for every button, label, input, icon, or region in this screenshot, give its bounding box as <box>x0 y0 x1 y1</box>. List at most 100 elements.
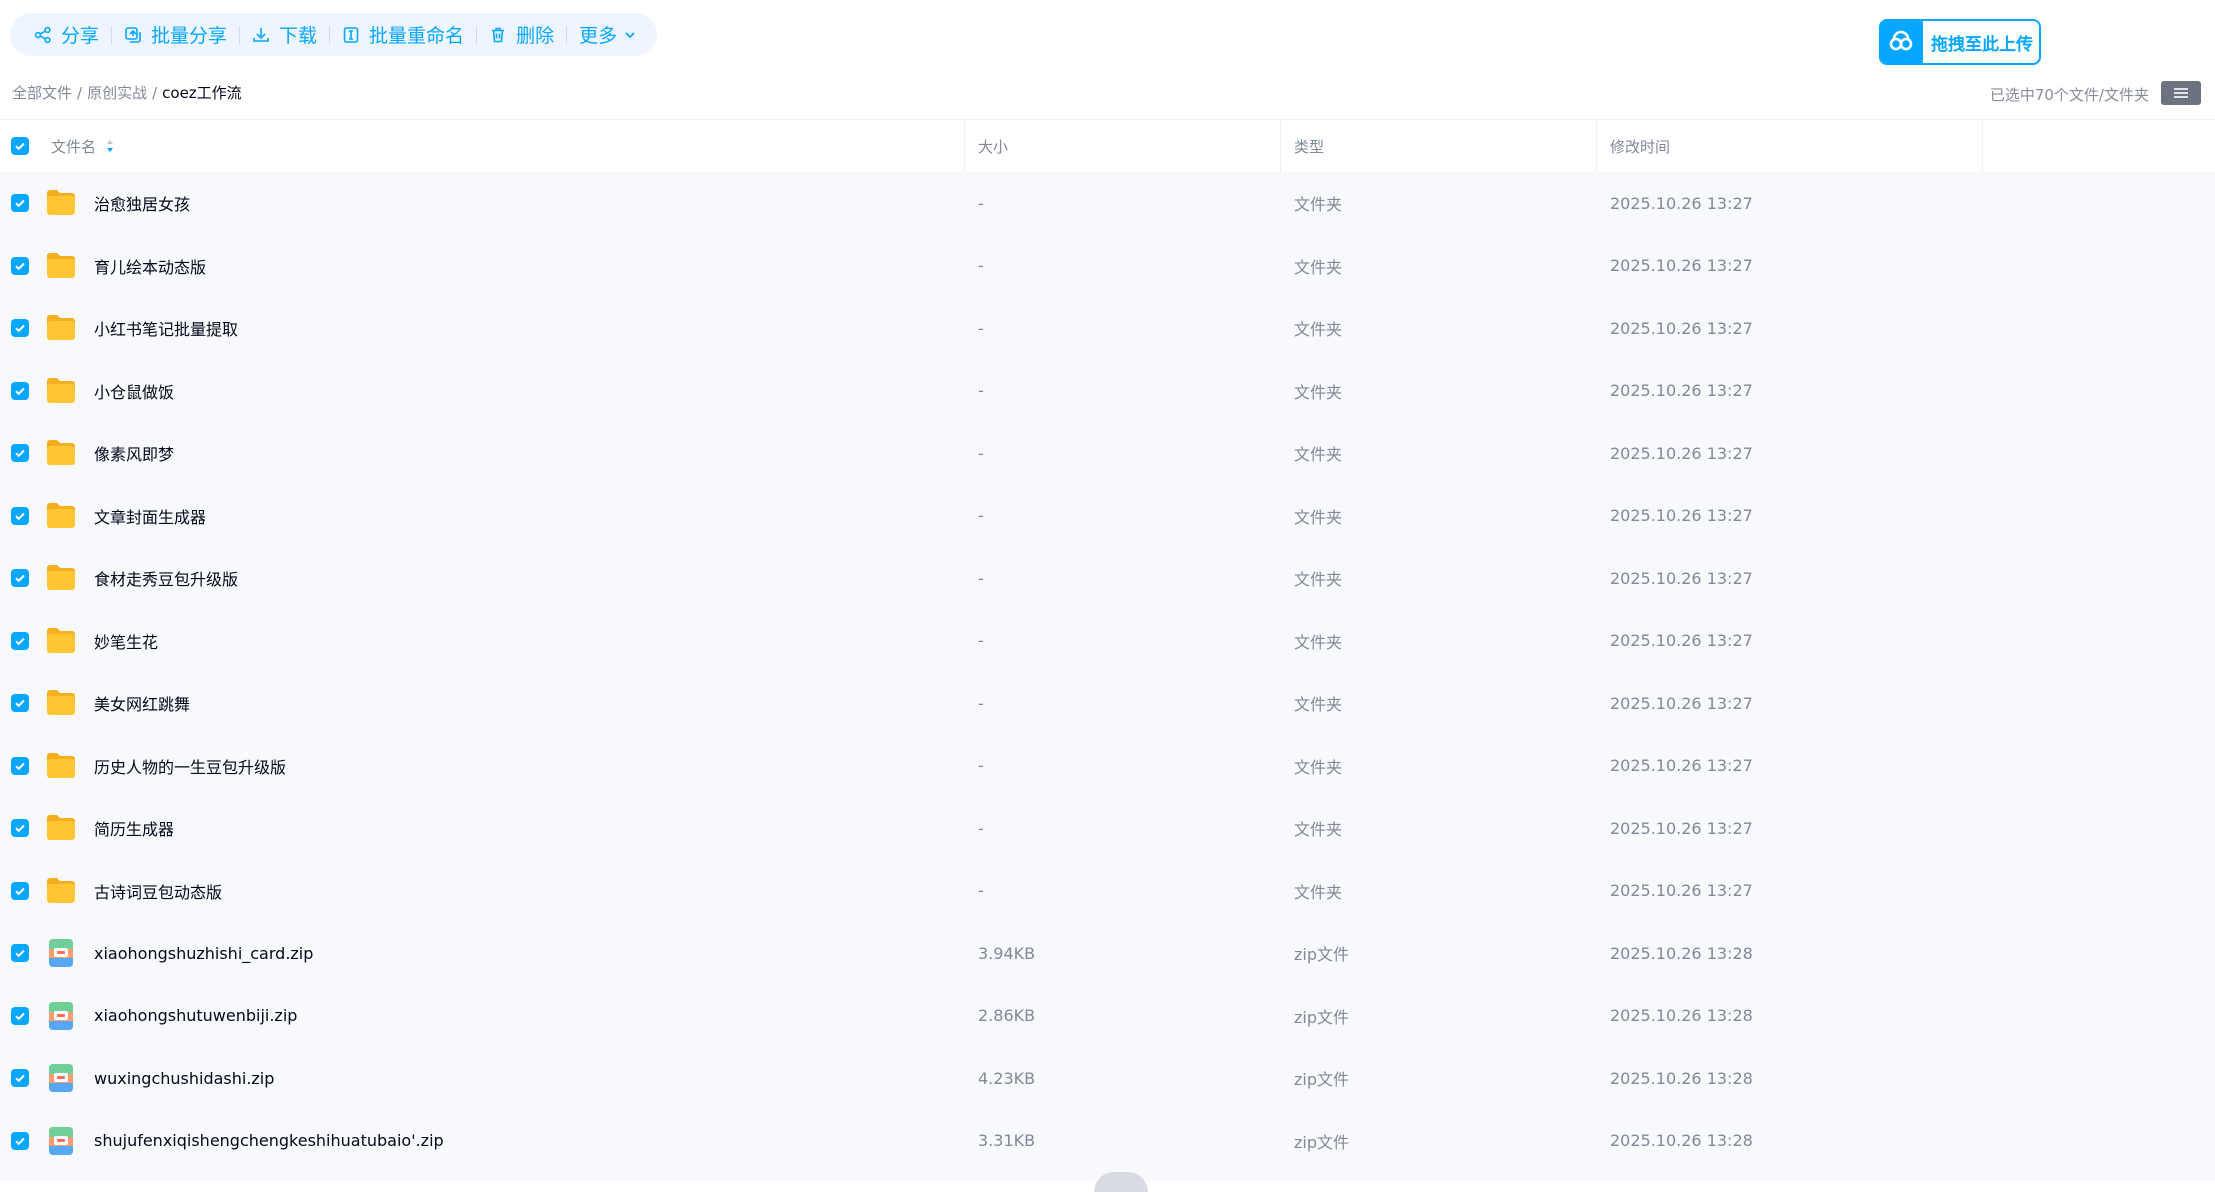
check-icon <box>15 449 25 458</box>
row-checkbox[interactable] <box>11 319 29 337</box>
row-checkbox[interactable] <box>11 694 29 712</box>
row-checkbox[interactable] <box>11 506 29 525</box>
sort-icon[interactable] <box>106 139 114 153</box>
file-name[interactable]: 小红书笔记批量提取 <box>94 297 238 359</box>
file-name[interactable]: 食材走秀豆包升级版 <box>94 547 238 609</box>
table-row[interactable]: 妙笔生花 - 文件夹 2025.10.26 13:27 <box>0 610 2215 672</box>
check-icon <box>15 762 25 770</box>
file-type: 文件夹 <box>1294 382 1343 402</box>
more-button[interactable]: 更多 <box>567 13 649 56</box>
file-size: - <box>978 256 984 275</box>
drag-upload-button[interactable]: 拖拽至此上传 <box>1879 19 2041 65</box>
breadcrumb-item-all-files[interactable]: 全部文件 <box>12 82 72 103</box>
check-icon <box>15 1012 25 1020</box>
list-view-icon <box>2174 88 2188 98</box>
column-name-label: 文件名 <box>51 137 97 156</box>
file-size: - <box>978 193 984 213</box>
file-list: 治愈独居女孩 - 文件夹 2025.10.26 13:27 育儿绘本动态版 - 文件夹 202… <box>0 172 2215 1181</box>
file-name[interactable]: 妙笔生花 <box>94 610 158 672</box>
file-name[interactable]: 文章封面生成器 <box>94 485 206 547</box>
row-checkbox[interactable] <box>11 569 29 587</box>
file-name[interactable]: xiaohongshuzhishi_card.zip <box>94 922 313 984</box>
row-checkbox[interactable] <box>11 381 29 400</box>
table-row[interactable]: 小红书笔记批量提取 - 文件夹 2025.10.26 13:27 <box>0 297 2215 359</box>
file-size: 3.31KB <box>978 1131 1036 1150</box>
file-name[interactable]: shujufenxiqishengchengkeshihuatubaio'.zi… <box>94 1110 444 1172</box>
table-row[interactable]: 文章封面生成器 - 文件夹 2025.10.26 13:27 <box>0 485 2215 547</box>
table-row[interactable]: 像素风即梦 - 文件夹 2025.10.26 13:27 <box>0 422 2215 484</box>
table-row[interactable]: xiaohongshuzhishi_card.zip 3.94KB zip文件 202… <box>0 922 2215 984</box>
file-name[interactable]: 像素风即梦 <box>94 422 174 484</box>
download-icon <box>253 27 269 42</box>
view-toggle-button[interactable] <box>2161 81 2201 105</box>
file-name[interactable]: 美女网红跳舞 <box>94 672 190 734</box>
batch-share-button[interactable]: 批量分享 <box>112 13 239 56</box>
file-type: 文件夹 <box>1294 257 1343 277</box>
table-row[interactable]: 小仓鼠做饭 - 文件夹 2025.10.26 13:27 <box>0 360 2215 422</box>
table-row[interactable]: 育儿绘本动态版 - 文件夹 2025.10.26 13:27 <box>0 235 2215 297</box>
table-row[interactable]: xiaohongshutuwenbiji.zip 2.86KB zip文件 2025.… <box>0 985 2215 1047</box>
folder-icon <box>45 186 77 220</box>
scroll-to-top-handle[interactable] <box>1094 1172 1148 1192</box>
download-button[interactable]: 下载 <box>240 13 329 56</box>
column-header-name[interactable]: 文件名 <box>51 120 114 172</box>
batch-rename-button[interactable]: 批量重命名 <box>330 13 476 56</box>
folder-icon <box>45 624 77 658</box>
check-icon <box>15 637 25 645</box>
column-divider <box>1280 120 1281 172</box>
row-checkbox[interactable] <box>11 1069 29 1087</box>
table-row[interactable]: 治愈独居女孩 - 文件夹 2025.10.26 13:27 <box>0 172 2215 234</box>
row-checkbox[interactable] <box>11 881 29 900</box>
batch-share-icon <box>125 26 141 43</box>
file-name[interactable]: 简历生成器 <box>94 797 174 859</box>
column-header-size[interactable]: 大小 <box>978 120 1008 172</box>
row-checkbox[interactable] <box>11 1006 29 1025</box>
file-modified-time: 2025.10.26 13:27 <box>1610 693 1753 713</box>
table-row[interactable]: 食材走秀豆包升级版 - 文件夹 2025.10.26 13:27 <box>0 547 2215 609</box>
breadcrumb-item-original[interactable]: 原创实战 <box>87 82 147 103</box>
breadcrumb-item-current: coez工作流 <box>162 84 242 102</box>
file-name[interactable]: 治愈独居女孩 <box>94 172 190 234</box>
file-name[interactable]: 育儿绘本动态版 <box>94 235 206 297</box>
table-row[interactable]: wuxingchushidashi.zip 4.23KB zip文件 2025.10.… <box>0 1047 2215 1109</box>
file-name[interactable]: 古诗词豆包动态版 <box>94 860 222 922</box>
check-icon <box>15 949 25 958</box>
table-row[interactable]: 美女网红跳舞 - 文件夹 2025.10.26 13:27 <box>0 672 2215 734</box>
table-row[interactable]: 古诗词豆包动态版 - 文件夹 2025.10.26 13:27 <box>0 860 2215 922</box>
row-checkbox[interactable] <box>11 1131 29 1150</box>
file-modified-time: 2025.10.26 13:27 <box>1610 318 1753 338</box>
row-checkbox[interactable] <box>11 819 29 837</box>
file-type: 文件夹 <box>1294 757 1343 777</box>
share-button[interactable]: 分享 <box>22 13 111 56</box>
file-size: 2.86KB <box>978 1006 1036 1025</box>
row-checkbox[interactable] <box>11 256 29 275</box>
select-all-checkbox[interactable] <box>11 137 29 155</box>
column-size-label: 大小 <box>978 137 1009 156</box>
file-modified-time: 2025.10.26 13:27 <box>1610 756 1753 775</box>
row-checkbox[interactable] <box>11 631 29 650</box>
breadcrumb: 全部文件 / 原创实战 / coez工作流 <box>12 82 242 103</box>
file-modified-time: 2025.10.26 13:28 <box>1610 1006 1753 1025</box>
delete-button[interactable]: 删除 <box>477 13 566 56</box>
table-row[interactable]: 简历生成器 - 文件夹 2025.10.26 13:27 <box>0 797 2215 859</box>
table-row[interactable]: shujufenxiqishengchengkeshihuatubaio'.zi… <box>0 1110 2215 1172</box>
batch-rename-label: 批量重命名 <box>369 25 465 47</box>
file-name[interactable]: xiaohongshutuwenbiji.zip <box>94 985 297 1047</box>
check-icon <box>15 142 25 151</box>
row-checkbox[interactable] <box>11 944 29 962</box>
file-size: 3.94KB <box>978 943 1036 963</box>
column-divider <box>964 120 965 172</box>
column-header-modified[interactable]: 修改时间 <box>1610 120 1670 172</box>
table-row[interactable]: 历史人物的一生豆包升级版 - 文件夹 2025.10.26 13:27 <box>0 735 2215 797</box>
column-header-type[interactable]: 类型 <box>1294 120 1324 172</box>
file-size: - <box>978 318 984 338</box>
file-name[interactable]: wuxingchushidashi.zip <box>94 1047 274 1109</box>
row-checkbox[interactable] <box>11 444 29 462</box>
file-modified-time: 2025.10.26 13:27 <box>1610 443 1753 463</box>
row-checkbox[interactable] <box>11 756 29 775</box>
column-modified-label: 修改时间 <box>1610 137 1671 156</box>
row-checkbox[interactable] <box>11 194 29 212</box>
file-name[interactable]: 历史人物的一生豆包升级版 <box>94 735 286 797</box>
file-name[interactable]: 小仓鼠做饭 <box>94 360 174 422</box>
cloud-upload-icon <box>1881 21 1923 63</box>
